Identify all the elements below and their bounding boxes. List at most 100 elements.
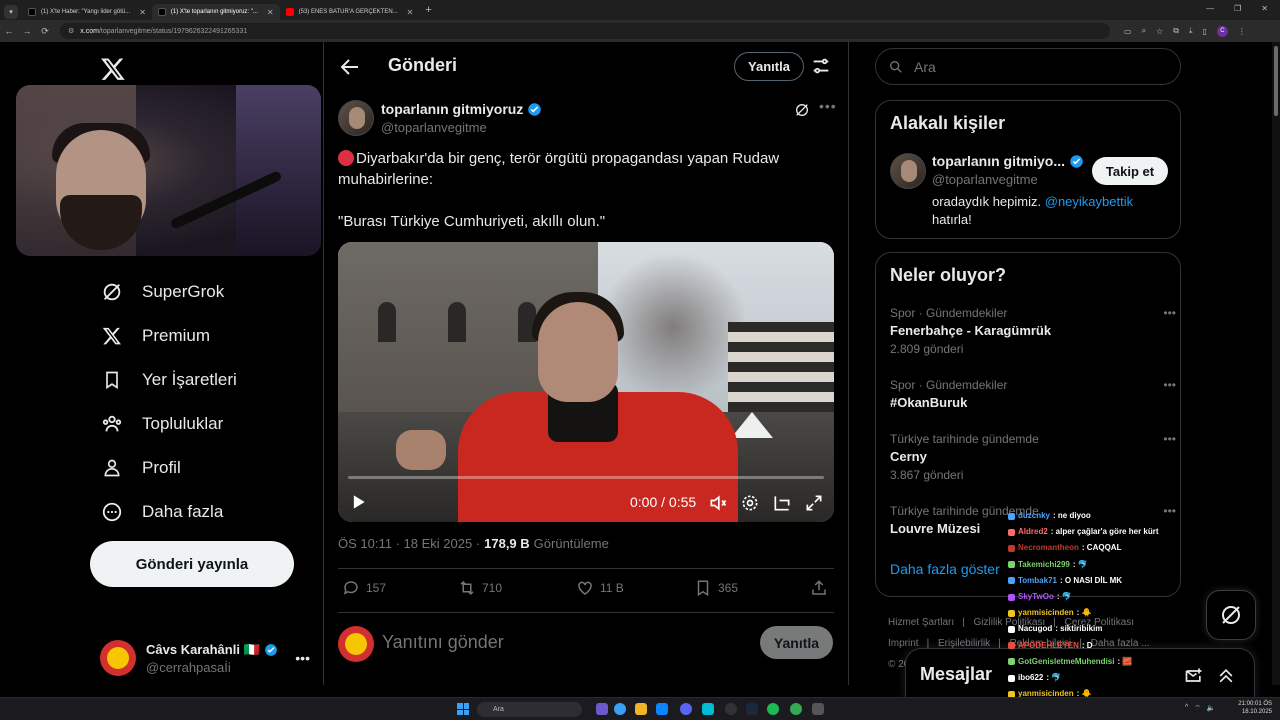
follow-button[interactable]: Takip et <box>1092 157 1168 185</box>
new-message-icon[interactable] <box>1184 666 1204 686</box>
page-scrollbar[interactable] <box>1272 42 1280 685</box>
grok-icon[interactable] <box>794 102 810 118</box>
trend-item[interactable]: Spor · Gündemdekiler Fenerbahçe - Karagü… <box>890 306 1176 356</box>
expand-up-icon[interactable] <box>1216 666 1236 686</box>
picture-in-picture-icon[interactable] <box>772 493 792 513</box>
reply-submit-button[interactable]: Yanıtla <box>760 626 833 659</box>
taskbar-search[interactable]: Ara <box>477 702 582 717</box>
post-meta: ÖS 10:11 · 18 Eki 2025 · 178,9 B Görüntü… <box>338 536 609 551</box>
tray-arrow-icon[interactable]: ^ <box>1185 704 1188 713</box>
play-icon[interactable] <box>348 492 368 512</box>
browser-tab-2[interactable]: (1) X'te toparlanın gitmiyoruz: "... ✕ <box>151 4 280 20</box>
fullscreen-icon[interactable] <box>804 493 824 513</box>
author-avatar[interactable] <box>338 100 374 136</box>
taskbar-clock[interactable]: 21:00:01 ÖS 18.10.2025 <box>1238 700 1272 716</box>
forward-nav-icon[interactable]: → <box>18 26 36 36</box>
chat-message: yanmisicinden: 🐥 <box>1008 605 1180 621</box>
video-progress-bar[interactable] <box>348 476 824 479</box>
reload-icon[interactable]: ⟳ <box>36 26 54 37</box>
back-nav-icon[interactable]: ← <box>0 26 18 36</box>
wifi-icon[interactable]: ⌔ <box>1194 704 1201 713</box>
account-switcher[interactable]: Câvs Karahânli 🇮🇹 @cerrahpasaİi ••• <box>100 638 310 678</box>
tab-close-icon[interactable]: ✕ <box>267 8 274 17</box>
browser-tab-3[interactable]: (53) ENES BATUR'A GERÇEKTEN... ✕ <box>280 4 420 20</box>
file-explorer-icon[interactable] <box>635 703 647 715</box>
store-icon[interactable] <box>656 703 668 715</box>
more-dots-icon[interactable]: ••• <box>1163 378 1176 392</box>
minimize-icon[interactable]: — <box>1206 4 1214 13</box>
grok-floating-button[interactable] <box>1206 590 1256 640</box>
app-icon[interactable] <box>702 703 714 715</box>
sidebar-item-communities[interactable]: Topluluklar <box>100 409 223 439</box>
filter-settings-icon[interactable] <box>810 55 832 77</box>
trend-item[interactable]: Spor · Gündemdekiler #OkanBuruk ••• <box>890 378 1176 410</box>
reply-sort-button[interactable]: Yanıtla <box>734 52 804 81</box>
footer-link[interactable]: Hizmet Şartları <box>888 617 954 628</box>
discord-icon[interactable] <box>680 703 692 715</box>
spotify-icon[interactable] <box>767 703 779 715</box>
sidebar-item-supergrok[interactable]: SuperGrok <box>100 277 224 307</box>
sidebar-item-more[interactable]: Daha fazla <box>100 497 223 527</box>
site-info-icon[interactable]: ⚙ <box>68 27 74 35</box>
video-settings-icon[interactable] <box>740 493 760 513</box>
sidebar-item-profile[interactable]: Profil <box>100 453 181 483</box>
back-arrow-icon[interactable] <box>338 55 362 79</box>
more-dots-icon[interactable]: ••• <box>1163 306 1176 320</box>
tab-search-button[interactable]: ▾ <box>4 4 18 19</box>
browser-tab-1[interactable]: (1) X'te Haber: "Yangı lider götü... ✕ <box>22 4 152 20</box>
more-dots-icon[interactable]: ••• <box>819 98 837 114</box>
repost-action[interactable]: 710 <box>458 579 502 597</box>
more-dots-icon[interactable]: ••• <box>1163 432 1176 446</box>
zoom-icon[interactable]: ⌕ <box>1142 26 1146 36</box>
author-name[interactable]: toparlanın gitmiyoruz <box>381 101 523 117</box>
steam-icon[interactable] <box>746 703 758 715</box>
url-field[interactable]: ⚙ x.com/toparlanvegitme/status/197962632… <box>60 23 1110 39</box>
more-dots-icon[interactable]: ••• <box>295 650 310 666</box>
chat-text: : 🐥 <box>1076 608 1092 618</box>
chat-text: : O NASI DİL MK <box>1059 575 1123 585</box>
bookmark-count: 365 <box>718 581 739 595</box>
bookmark-action[interactable]: 365 <box>694 579 738 597</box>
maximize-icon[interactable]: ❐ <box>1234 4 1241 13</box>
sidebar-item-bookmarks[interactable]: Yer İşaretleri <box>100 365 237 395</box>
trend-item[interactable]: Türkiye tarihinde gündemde Cerny 3.867 g… <box>890 432 1176 482</box>
download-icon[interactable]: ⤓ <box>1189 26 1193 36</box>
browser-menu-icon[interactable]: ⋮ <box>1238 27 1246 36</box>
star-icon[interactable]: ☆ <box>1156 27 1163 36</box>
like-action[interactable]: 11 B <box>576 579 624 597</box>
related-name[interactable]: toparlanın gitmiyo... <box>932 153 1065 169</box>
cast-icon[interactable]: ▭ <box>1124 27 1132 36</box>
new-tab-icon[interactable]: + <box>425 4 431 16</box>
video-player[interactable]: 0:00 / 0:55 <box>338 242 834 522</box>
profile-avatar-icon[interactable]: C <box>1216 25 1228 37</box>
chrome-alt-icon[interactable] <box>790 703 802 715</box>
search-input[interactable]: Ara <box>875 48 1181 85</box>
tab-close-icon[interactable]: ✕ <box>139 8 146 17</box>
close-window-icon[interactable]: ✕ <box>1261 4 1268 13</box>
app-icon[interactable] <box>812 703 824 715</box>
reply-action[interactable]: 157 <box>342 579 386 597</box>
scrollbar-thumb[interactable] <box>1274 46 1278 116</box>
related-avatar[interactable] <box>890 153 926 189</box>
author-handle[interactable]: @toparlanvegitme <box>381 120 487 135</box>
sidebar-icon[interactable]: ▯ <box>1202 27 1206 36</box>
post-timestamp[interactable]: ÖS 10:11 · 18 Eki 2025 · <box>338 536 480 551</box>
trend-count: 3.867 gönderi <box>890 468 964 482</box>
sidebar-item-premium[interactable]: Premium <box>100 321 210 351</box>
copilot-icon[interactable] <box>596 703 608 715</box>
reply-input[interactable]: Yanıtını gönder <box>382 632 504 653</box>
obs-icon[interactable] <box>725 703 737 715</box>
post-button[interactable]: Gönderi yayınla <box>90 541 294 587</box>
footer-link[interactable]: Imprint <box>888 638 919 649</box>
share-action[interactable] <box>810 579 828 597</box>
extensions-icon[interactable]: ⧉ <box>1173 26 1179 36</box>
bio-mention-link[interactable]: @neyikaybettik <box>1045 194 1133 209</box>
chrome-icon[interactable] <box>614 703 626 715</box>
related-handle[interactable]: @toparlanvegitme <box>932 172 1038 187</box>
show-more-link[interactable]: Daha fazla göster <box>890 561 1000 577</box>
windows-start-icon[interactable] <box>457 703 469 715</box>
x-logo-icon[interactable] <box>100 56 126 82</box>
tab-close-icon[interactable]: ✕ <box>407 8 414 17</box>
volume-tray-icon[interactable]: 🔈 <box>1207 704 1216 713</box>
volume-icon[interactable] <box>708 493 728 513</box>
